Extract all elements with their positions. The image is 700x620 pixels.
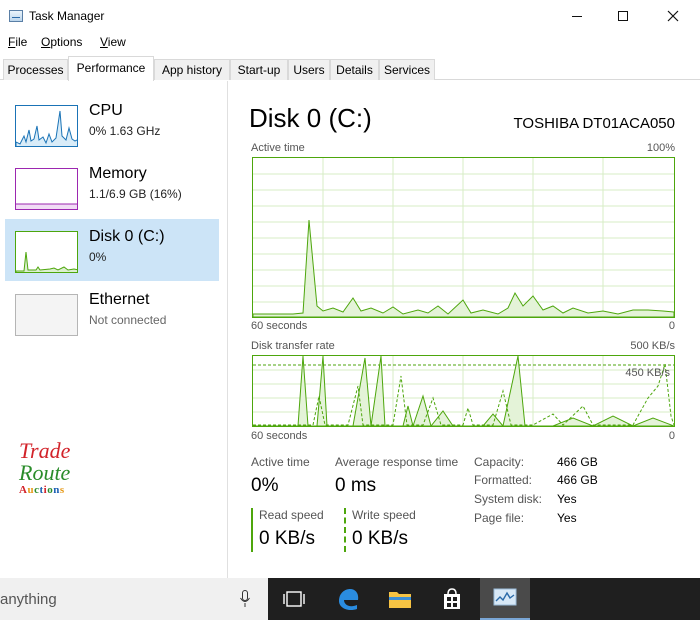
write-speed-label: Write speed	[352, 508, 416, 522]
edge-browser-icon[interactable]	[334, 585, 362, 613]
system-disk-value: Yes	[557, 492, 577, 506]
capacity-value: 466 GB	[557, 455, 598, 469]
transfer-graph-left-footer: 60 seconds	[251, 430, 308, 442]
logo-line-1: Trade	[19, 438, 71, 463]
task-manager-icon	[9, 10, 23, 22]
system-disk-key: System disk:	[474, 492, 543, 506]
read-speed-value: 0 KB/s	[259, 528, 315, 549]
menu-view[interactable]: View	[100, 35, 126, 49]
sidebar-cpu-sub: 0% 1.63 GHz	[89, 124, 161, 138]
tab-users[interactable]: Users	[288, 59, 330, 80]
sidebar-ethernet-sub: Not connected	[89, 313, 167, 327]
performance-sidebar: CPU 0% 1.63 GHz Memory 1.1/6.9 GB (16%) …	[0, 81, 228, 578]
logo-line-3: Auctions	[19, 484, 65, 496]
sidebar-item-ethernet[interactable]: Ethernet Not connected	[5, 282, 219, 344]
tab-details[interactable]: Details	[330, 59, 379, 80]
window-title: Task Manager	[29, 9, 105, 23]
task-manager-taskbar-icon	[493, 588, 517, 606]
sidebar-item-memory[interactable]: Memory 1.1/6.9 GB (16%)	[5, 156, 219, 218]
close-icon	[667, 10, 679, 22]
page-file-key: Page file:	[474, 511, 525, 525]
file-explorer-icon[interactable]	[386, 585, 414, 613]
write-speed-value: 0 KB/s	[352, 528, 408, 549]
transfer-graph-right-footer: 0	[668, 430, 675, 442]
read-speed-indicator	[251, 508, 253, 552]
sidebar-cpu-label: CPU	[89, 102, 123, 119]
disk-thumbnail	[15, 231, 78, 273]
sidebar-item-disk[interactable]: Disk 0 (C:) 0%	[5, 219, 219, 281]
tab-performance[interactable]: Performance	[68, 56, 154, 81]
formatted-key: Formatted:	[474, 473, 533, 487]
minimize-button[interactable]	[554, 0, 600, 32]
title-bar: Task Manager	[0, 0, 700, 32]
active-time-graph	[252, 157, 675, 318]
disk-detail-panel: Disk 0 (C:) TOSHIBA DT01ACA050 Active ti…	[229, 81, 700, 578]
active-time-graph-max: 100%	[646, 142, 675, 154]
store-icon[interactable]	[438, 585, 466, 613]
memory-thumbnail	[15, 168, 78, 210]
logo-line-2: Route	[19, 460, 71, 485]
sidebar-disk-sub: 0%	[89, 250, 107, 264]
trade-route-logo: Trade Route Auctions	[19, 440, 89, 506]
avg-response-label: Average response time	[335, 455, 459, 469]
task-manager-taskbar-button[interactable]	[480, 578, 530, 620]
task-view-icon[interactable]	[280, 585, 308, 613]
cpu-thumbnail	[15, 105, 78, 147]
disk-transfer-graph	[252, 355, 675, 427]
tab-start-up[interactable]: Start-up	[230, 59, 288, 80]
page-title: Disk 0 (C:)	[249, 103, 372, 133]
ethernet-thumbnail	[15, 294, 78, 336]
capacity-key: Capacity:	[474, 455, 525, 469]
active-time-graph-right-footer: 0	[668, 320, 675, 332]
minimize-icon	[572, 15, 582, 17]
taskbar-search-box[interactable]: anything	[0, 578, 268, 620]
disk-model: TOSHIBA DT01ACA050	[513, 115, 675, 132]
sidebar-disk-label: Disk 0 (C:)	[89, 228, 165, 245]
formatted-value: 466 GB	[557, 473, 598, 487]
menu-options[interactable]: Options	[41, 35, 82, 49]
active-time-graph-label: Active time	[251, 142, 305, 154]
transfer-graph-max: 500 KB/s	[630, 340, 675, 352]
active-time-graph-left-footer: 60 seconds	[251, 320, 308, 332]
close-button[interactable]	[646, 0, 700, 32]
tab-processes[interactable]: Processes	[3, 59, 68, 80]
microphone-icon[interactable]	[240, 590, 250, 608]
tab-services[interactable]: Services	[379, 59, 435, 80]
active-time-label: Active time	[251, 455, 310, 469]
transfer-graph-marker: 450 KB/s	[625, 367, 670, 379]
avg-response-value: 0 ms	[335, 475, 377, 496]
sidebar-ethernet-label: Ethernet	[89, 291, 150, 308]
page-file-value: Yes	[557, 511, 577, 525]
taskbar-search-text: anything	[0, 591, 57, 608]
write-speed-indicator	[344, 508, 346, 552]
windows-taskbar: anything	[0, 578, 700, 620]
transfer-graph-label: Disk transfer rate	[251, 340, 335, 352]
maximize-button[interactable]	[600, 0, 646, 32]
read-speed-label: Read speed	[259, 508, 324, 522]
menu-file[interactable]: File	[8, 35, 27, 49]
tab-bar: Processes Performance App history Start-…	[0, 56, 700, 81]
maximize-icon	[618, 11, 628, 21]
active-time-value: 0%	[251, 475, 279, 496]
tab-app-history[interactable]: App history	[154, 59, 230, 80]
sidebar-memory-label: Memory	[89, 165, 147, 182]
sidebar-item-cpu[interactable]: CPU 0% 1.63 GHz	[5, 93, 219, 155]
sidebar-memory-sub: 1.1/6.9 GB (16%)	[89, 187, 182, 201]
